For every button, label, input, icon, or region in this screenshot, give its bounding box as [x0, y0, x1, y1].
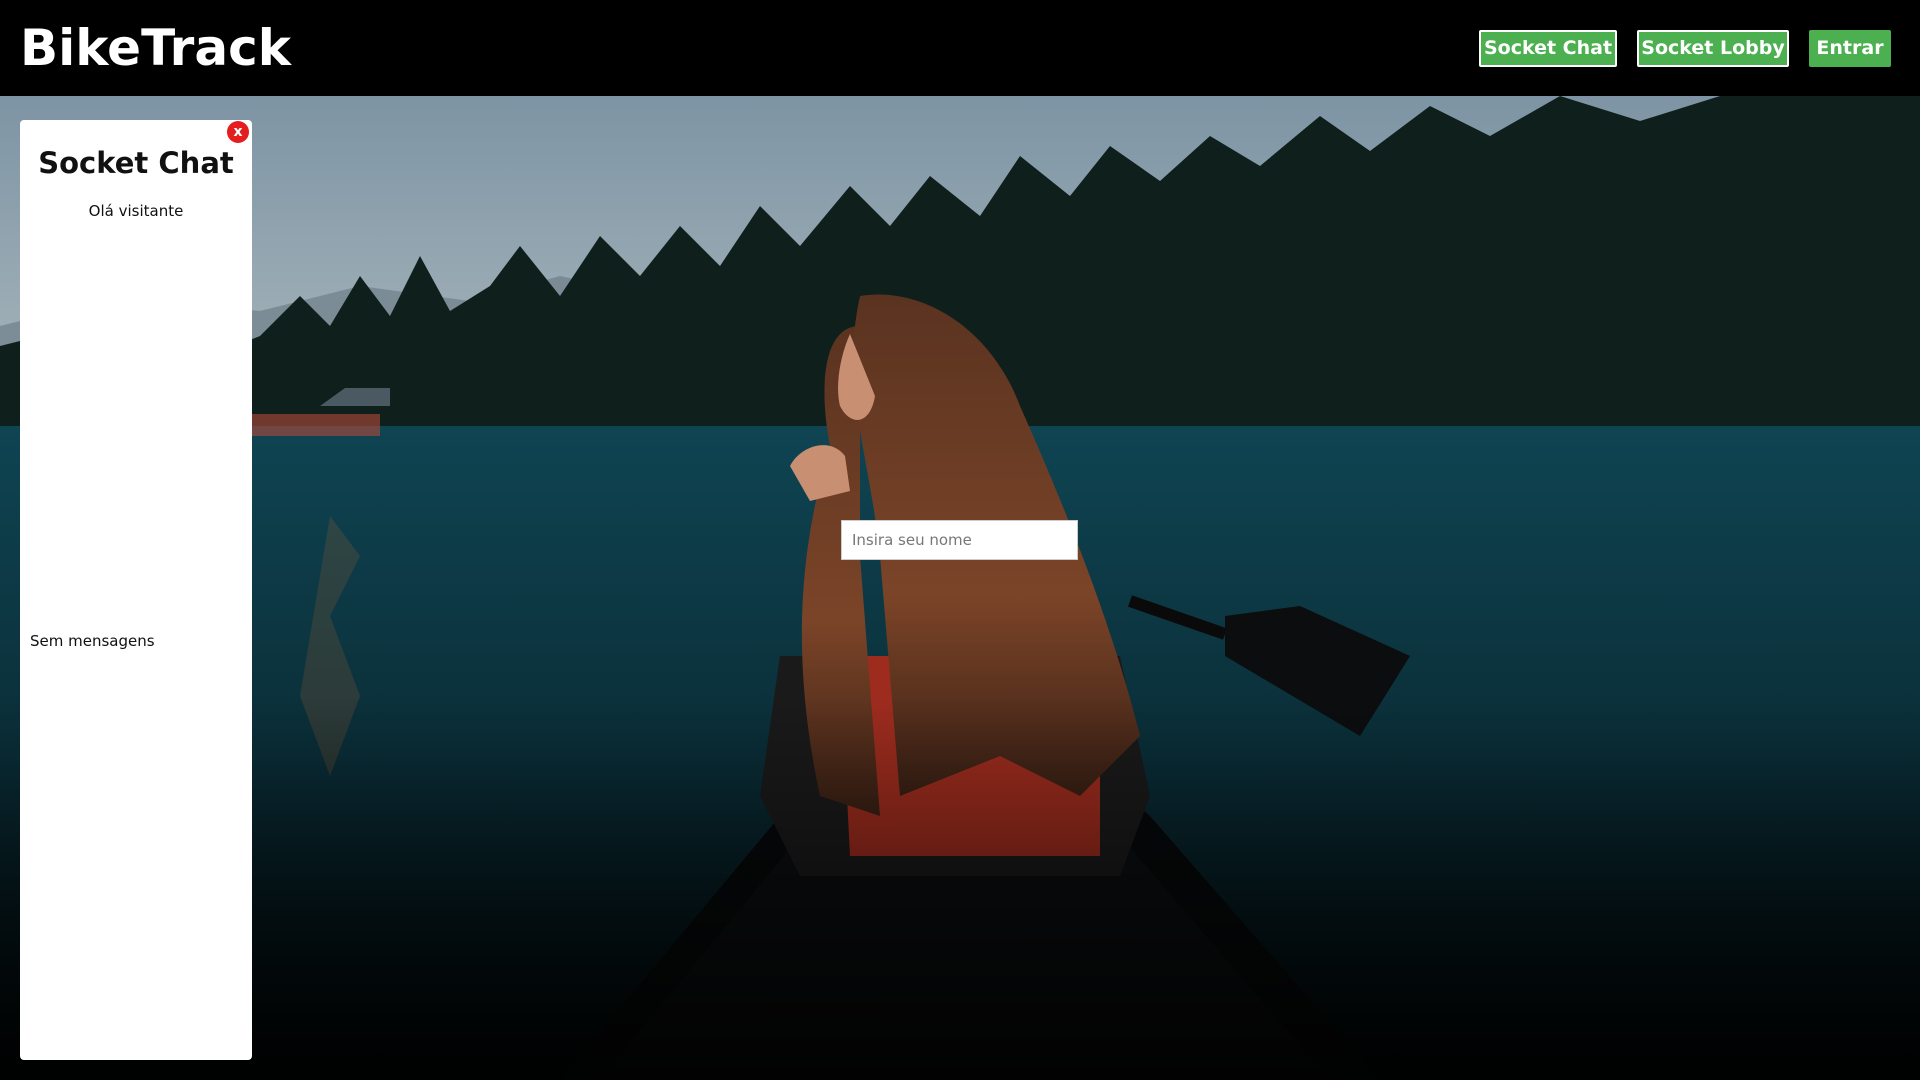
background-photo: [0, 96, 1920, 1080]
chat-panel: Socket Chat Olá visitante Sem mensagens: [20, 120, 252, 1060]
chat-title: Socket Chat: [38, 146, 234, 180]
socket-chat-button[interactable]: Socket Chat: [1479, 30, 1617, 67]
chat-empty-state: Sem mensagens: [30, 632, 155, 650]
lake-canoe-photo-icon: [0, 96, 1920, 1080]
enter-button[interactable]: Entrar: [1809, 30, 1891, 67]
brand-logo[interactable]: BikeTrack: [20, 18, 291, 78]
name-input[interactable]: [841, 520, 1078, 560]
top-navbar: BikeTrack Socket Chat Socket Lobby Entra…: [0, 0, 1920, 96]
chat-greeting: Olá visitante: [88, 202, 184, 220]
close-chat-icon[interactable]: x: [227, 121, 249, 143]
socket-lobby-button[interactable]: Socket Lobby: [1637, 30, 1789, 67]
